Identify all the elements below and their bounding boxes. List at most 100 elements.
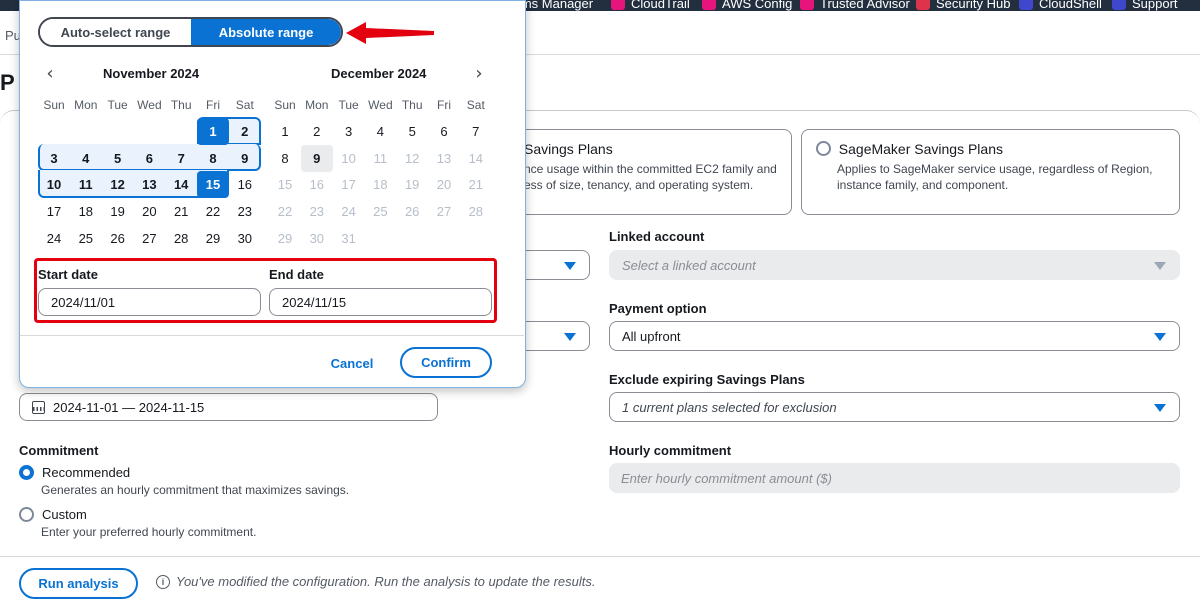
nav-service-trusted-advisor[interactable]: Trusted Advisor	[800, 0, 910, 11]
calendar-day[interactable]: 7	[460, 118, 492, 145]
weekday-header: Fri	[437, 98, 451, 112]
calendar-day[interactable]: 17	[38, 198, 70, 225]
nav-service-label: Support	[1132, 0, 1178, 11]
nav-service-support[interactable]: Support	[1112, 0, 1178, 11]
calendar-day[interactable]: 23	[229, 198, 261, 225]
nav-service-label: Trusted Advisor	[820, 0, 910, 11]
security-hub-icon	[916, 0, 930, 10]
calendar-day[interactable]: 27	[133, 225, 165, 252]
calendar-day: 27	[428, 198, 460, 225]
exclude-expiring-value: 1 current plans selected for exclusion	[622, 399, 837, 415]
sagemaker-plan-radio[interactable]	[816, 141, 831, 156]
nav-service-label: CloudTrail	[631, 0, 690, 11]
calendar-day[interactable]: 20	[133, 198, 165, 225]
month-title-left: November 2024	[103, 66, 200, 81]
run-analysis-button[interactable]: Run analysis	[19, 568, 138, 599]
nav-service-label: Security Hub	[936, 0, 1011, 11]
calendar-day[interactable]: 2	[229, 118, 261, 145]
plan-card-title: Savings Plans	[524, 141, 613, 157]
calendar-day[interactable]: 25	[70, 225, 102, 252]
calendar-day: 29	[269, 225, 301, 252]
calendar-day: 15	[269, 171, 301, 198]
calendar-day: 19	[396, 171, 428, 198]
aws-config-icon	[702, 0, 716, 10]
calendar-day[interactable]: 18	[70, 198, 102, 225]
hourly-commitment-label: Hourly commitment	[609, 443, 732, 458]
payment-option-value: All upfront	[622, 328, 681, 344]
linked-account-select[interactable]: Select a linked account	[609, 250, 1180, 280]
cloudshell-icon	[1019, 0, 1033, 10]
recommended-radio[interactable]	[19, 465, 34, 480]
calendar-day[interactable]: 21	[165, 198, 197, 225]
calendar-day[interactable]: 22	[197, 198, 229, 225]
calendar-day[interactable]: 14	[165, 171, 197, 198]
exclude-expiring-select[interactable]: 1 current plans selected for exclusion	[609, 392, 1180, 422]
calendar-day[interactable]: 1	[269, 118, 301, 145]
calendar-day[interactable]: 13	[133, 171, 165, 198]
calendar-day[interactable]: 12	[102, 171, 134, 198]
nav-service-label: CloudShell	[1039, 0, 1102, 11]
weekday-header: Sat	[466, 98, 485, 112]
calendar-day[interactable]: 24	[38, 225, 70, 252]
calendar-day[interactable]: 3	[38, 145, 70, 172]
calendar-day[interactable]: 2	[301, 118, 333, 145]
previous-month-button[interactable]: ‹	[40, 63, 60, 84]
calendar-day[interactable]: 30	[229, 225, 261, 252]
info-note: i You've modified the configuration. Run…	[156, 574, 595, 589]
calendar-day[interactable]: 6	[133, 145, 165, 172]
calendar-day[interactable]: 6	[428, 118, 460, 145]
chevron-down-icon	[1154, 333, 1166, 341]
plan-card-desc-line2: ess of size, tenancy, and operating syst…	[524, 178, 754, 192]
payment-option-select[interactable]: All upfront	[609, 321, 1180, 351]
end-date-input[interactable]: 2024/11/15	[269, 288, 492, 316]
weekday-header: Sat	[235, 98, 254, 112]
calendar-day[interactable]: 15	[197, 171, 229, 199]
calendar-day[interactable]: 5	[396, 118, 428, 145]
calendar-day[interactable]: 26	[102, 225, 134, 252]
nav-service-aws-config[interactable]: AWS Config	[702, 0, 792, 11]
option-description: Enter your preferred hourly commitment.	[41, 525, 257, 539]
calendar-day: 31	[333, 225, 365, 252]
custom-radio[interactable]	[19, 507, 34, 522]
calendar-day[interactable]: 4	[70, 145, 102, 172]
calendar-icon	[32, 400, 45, 414]
nav-service-security-hub[interactable]: Security Hub	[916, 0, 1010, 11]
calendar-day: 12	[396, 145, 428, 172]
calendar-day: 14	[460, 145, 492, 172]
tab-auto-select-range[interactable]: Auto-select range	[40, 19, 191, 45]
calendar-day[interactable]: 11	[70, 171, 102, 198]
next-month-button[interactable]: ›	[469, 63, 489, 84]
calendar-day[interactable]: 5	[102, 145, 134, 172]
calendar-day[interactable]: 28	[165, 225, 197, 252]
date-range-field[interactable]: 2024-11-01 — 2024-11-15	[19, 393, 438, 421]
calendar-day[interactable]: 3	[333, 118, 365, 145]
calendar-day[interactable]: 4	[364, 118, 396, 145]
calendar-day: 10	[333, 145, 365, 172]
calendar-day[interactable]: 10	[38, 171, 70, 198]
calendar-day[interactable]: 8	[197, 145, 229, 172]
footer-divider	[0, 556, 1200, 557]
calendar-day[interactable]: 9	[229, 145, 261, 172]
chevron-down-icon	[564, 262, 576, 270]
start-date-input[interactable]: 2024/11/01	[38, 288, 261, 316]
nav-service-cloudtrail[interactable]: CloudTrail	[611, 0, 690, 11]
calendar-day[interactable]: 9	[300, 144, 333, 172]
tab-absolute-range[interactable]: Absolute range	[191, 19, 341, 45]
linked-account-placeholder: Select a linked account	[622, 257, 756, 273]
calendar-day[interactable]: 29	[197, 225, 229, 252]
hourly-commitment-input[interactable]: Enter hourly commitment amount ($)	[609, 463, 1180, 493]
calendar-day[interactable]: 16	[229, 171, 261, 198]
commitment-option-custom[interactable]: Custom	[19, 507, 87, 522]
calendar-day: 20	[428, 171, 460, 198]
calendar-day[interactable]: 1	[197, 118, 229, 145]
calendar-day[interactable]: 7	[165, 145, 197, 172]
start-date-label: Start date	[38, 267, 98, 282]
range-mode-toggle: Auto-select range Absolute range	[38, 17, 343, 47]
sagemaker-savings-plan-card[interactable]: SageMaker Savings Plans Applies to SageM…	[801, 129, 1180, 215]
commitment-option-recommended[interactable]: Recommended	[19, 465, 130, 480]
cancel-button[interactable]: Cancel	[326, 349, 378, 377]
calendar-day[interactable]: 8	[269, 145, 301, 172]
confirm-button[interactable]: Confirm	[400, 347, 492, 378]
calendar-day[interactable]: 19	[102, 198, 134, 225]
nav-service-cloudshell[interactable]: CloudShell	[1019, 0, 1102, 11]
